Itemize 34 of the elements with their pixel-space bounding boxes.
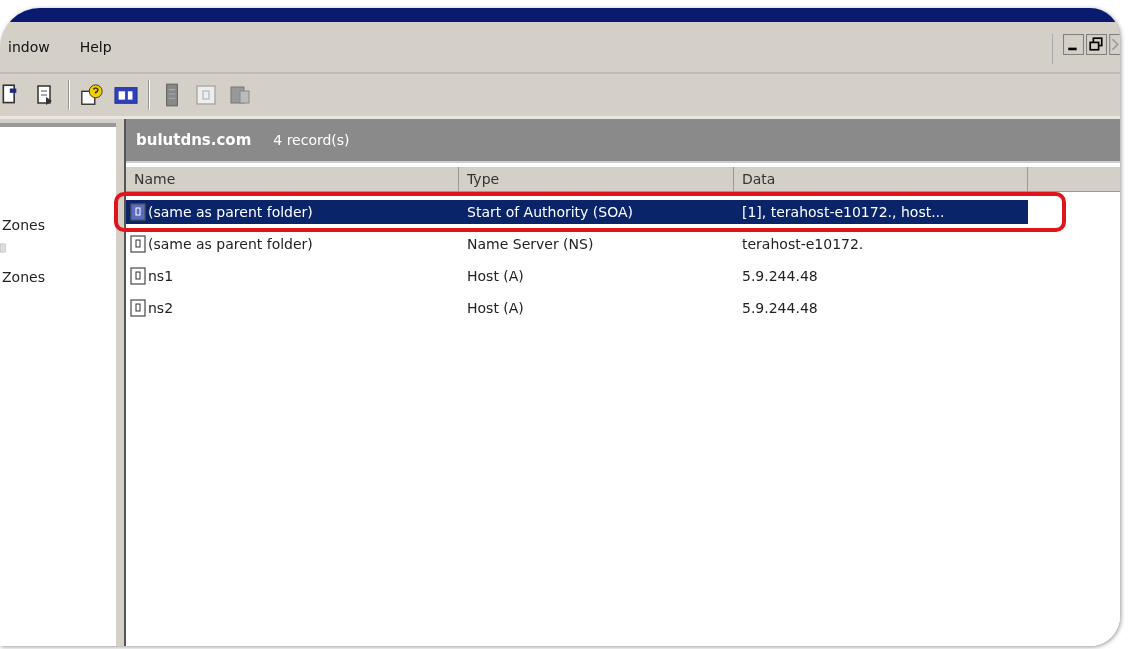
table-cell-text: Name Server (NS) — [467, 235, 594, 254]
menu-item[interactable]: indow — [8, 39, 50, 55]
record-row[interactable]: (same as parent folder) Name Server (NS) terahost-e10172. — [126, 232, 1028, 256]
zone-icon — [0, 240, 6, 256]
tree-item[interactable]: Zones — [2, 213, 116, 237]
record-row[interactable]: (same as parent folder) Start of Authority (SOA) [1], terahost-e10172., host... — [126, 200, 1028, 224]
help-icon[interactable] — [80, 82, 104, 108]
record-icon — [130, 299, 146, 317]
column-header[interactable]: Name — [126, 167, 459, 191]
table-cell-text: terahost-e10172. — [742, 235, 864, 254]
table-cell-text: 5.9.244.48 — [742, 267, 818, 286]
table-cell-text: ns2 — [148, 299, 174, 318]
record-count: 4 record(s) — [273, 132, 350, 148]
table-cell-text: Host (A) — [467, 267, 524, 286]
table-cell-text: Start of Authority (SOA) — [467, 203, 633, 222]
record-icon — [130, 235, 146, 253]
menu-item[interactable]: Help — [79, 39, 112, 55]
record-icon — [130, 203, 146, 221]
minimize-icon[interactable] — [1063, 34, 1084, 55]
record-row[interactable]: ns1 Host (A) 5.9.244.48 — [126, 264, 1028, 288]
restore-icon[interactable] — [1086, 34, 1107, 55]
record-icon — [130, 267, 146, 285]
column-header[interactable]: Data — [734, 167, 1028, 191]
table-cell-text: [1], terahost-e10172., host... — [742, 203, 945, 222]
tree-item[interactable]: Zones — [2, 265, 116, 289]
table-cell-text: Host (A) — [467, 299, 524, 318]
table-cell-text: (same as parent folder) — [148, 203, 313, 222]
table-cell-text: ns1 — [148, 267, 174, 286]
table-cell-text: (same as parent folder) — [148, 235, 313, 254]
record-row[interactable]: ns2 Host (A) 5.9.244.48 — [126, 296, 1028, 320]
record-icon — [194, 82, 218, 108]
table-cell-text: 5.9.244.48 — [742, 299, 818, 318]
zone-title: bulutdns.com — [136, 131, 252, 149]
column-header[interactable]: Type — [459, 167, 734, 191]
